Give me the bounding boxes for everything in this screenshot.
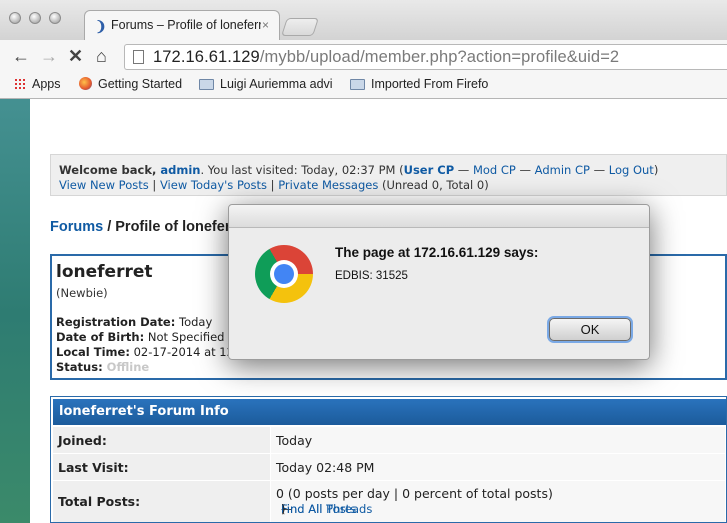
dialog-titlebar [229,205,649,228]
label-text: Total Posts: [58,494,141,509]
close-paren: ) [281,502,286,516]
view-todays-posts-link[interactable]: View Today's Posts [160,178,267,192]
value-text: Today 02:48 PM [276,460,375,475]
bookmark-label: Luigi Auriemma advi [220,77,333,91]
separator: — [454,163,473,177]
field-value: Not Specified [144,330,225,344]
logout-link[interactable]: Log Out [609,163,654,177]
dialog-title: The page at 172.16.61.129 says: [335,245,539,260]
tab-close-icon[interactable]: × [262,18,269,32]
forward-arrow-icon[interactable]: → [40,46,58,66]
field-label: Status: [56,360,103,374]
bookmark-label: Imported From Firefo [371,77,489,91]
bookmark-label: Getting Started [98,77,183,91]
field-label: Date of Birth: [56,330,145,344]
field-label: Registration Date: [56,315,176,329]
page-icon [133,50,144,64]
ok-button[interactable]: OK [549,318,631,341]
chrome-logo-icon [255,245,313,303]
row-value: 0 (0 posts per day | 0 percent of total … [271,481,726,522]
row-label: Joined: [53,427,271,454]
local-time: Local Time: 02-17-2014 at 12 [56,345,234,359]
bookmark-apps[interactable]: Apps [14,77,61,91]
window-titlebar: ❩ Forums – Profile of loneferret × [0,0,727,40]
breadcrumb: Forums / Profile of loneferret [50,219,249,235]
label-text: Last Visit: [58,460,129,475]
browser-tab[interactable]: ❩ Forums – Profile of loneferret × [84,10,280,40]
table-row: Last Visit: Today 02:48 PM [53,453,726,481]
username-link[interactable]: admin [160,163,200,177]
back-arrow-icon[interactable]: ← [12,46,30,66]
url-host: 172.16.61.129 [153,48,260,66]
browser-chrome: ❩ Forums – Profile of loneferret × ← → ✕… [0,0,727,100]
welcome-line: Welcome back, admin. You last visited: T… [59,163,658,177]
minimize-window-button[interactable] [29,12,41,24]
folder-icon [199,79,214,90]
folder-icon [350,79,365,90]
breadcrumb-forums-link[interactable]: Forums [50,219,103,235]
row-label: Last Visit: [53,454,271,481]
field-value: 02-17-2014 at 12 [129,345,234,359]
value-text: 0 (0 posts per day | 0 percent of total … [276,486,553,501]
url-path: /mybb/upload/member.php?action=profile&u… [259,48,620,66]
forum-info-title: loneferret's Forum Info [59,404,229,419]
bookmark-luigi[interactable]: Luigi Auriemma advi [199,77,333,91]
profile-rank: (Newbie) [56,286,108,300]
status-badge: Offline [102,360,150,374]
alert-dialog: The page at 172.16.61.129 says: EDBIS: 3… [228,204,650,360]
tab-favicon-icon: ❩ [95,18,107,34]
view-new-posts-link[interactable]: View New Posts [59,178,149,192]
tab-title: Forums – Profile of loneferret [111,18,261,32]
field-value: Today [175,315,213,329]
apps-icon [14,78,26,90]
bookmark-imported[interactable]: Imported From Firefo [350,77,488,91]
table-row: Joined: Today [53,426,726,454]
profile-username: loneferret [56,262,153,282]
close-paren: ) [653,163,659,177]
mod-cp-link[interactable]: Mod CP [473,163,516,177]
row-label: Total Posts: [53,481,271,522]
user-cp-link[interactable]: User CP [404,163,455,177]
new-tab-button[interactable] [281,18,319,36]
registration-date: Registration Date: Today [56,315,212,329]
separator: | [148,178,160,192]
forum-info-header: loneferret's Forum Info [53,399,726,425]
bookmarks-bar: Apps Getting Started Luigi Auriemma advi… [0,72,727,99]
welcome-panel: Welcome back, admin. You last visited: T… [50,154,727,196]
home-icon[interactable]: ⌂ [96,46,107,66]
last-visit-text: . You last visited: Today, 02:37 PM ( [200,163,404,177]
forum-info-table: loneferret's Forum Info Joined: Today La… [50,396,727,523]
address-bar[interactable]: 172.16.61.129/mybb/upload/member.php?act… [124,44,727,70]
pm-status: (Unread 0, Total 0) [378,178,489,192]
private-messages-link[interactable]: Private Messages [278,178,378,192]
row-value: Today 02:48 PM [271,454,726,481]
close-window-button[interactable] [9,12,21,24]
value-text: Today [276,433,313,448]
stop-icon[interactable]: ✕ [68,46,83,66]
date-of-birth: Date of Birth: Not Specified [56,330,224,344]
separator: | [267,178,279,192]
find-all-posts-link[interactable]: Find All Posts [281,502,356,516]
dialog-message: EDBIS: 31525 [335,270,408,282]
table-row: Total Posts: 0 (0 posts per day | 0 perc… [53,480,726,522]
url-text: 172.16.61.129/mybb/upload/member.php?act… [153,48,619,67]
admin-cp-link[interactable]: Admin CP [535,163,590,177]
breadcrumb-separator: / [103,219,116,235]
separator: — [515,163,535,177]
online-status: Status: Offline [56,360,149,374]
separator: — [589,163,609,177]
row-value: Today [271,427,726,454]
bookmark-label: Apps [32,77,61,91]
zoom-window-button[interactable] [49,12,61,24]
label-text: Joined: [58,433,107,448]
field-label: Local Time: [56,345,130,359]
quick-links-line: View New Posts | View Today's Posts | Pr… [59,178,489,192]
welcome-prefix: Welcome back, [59,163,161,177]
firefox-icon [79,77,92,90]
bookmark-getting-started[interactable]: Getting Started [79,77,182,91]
